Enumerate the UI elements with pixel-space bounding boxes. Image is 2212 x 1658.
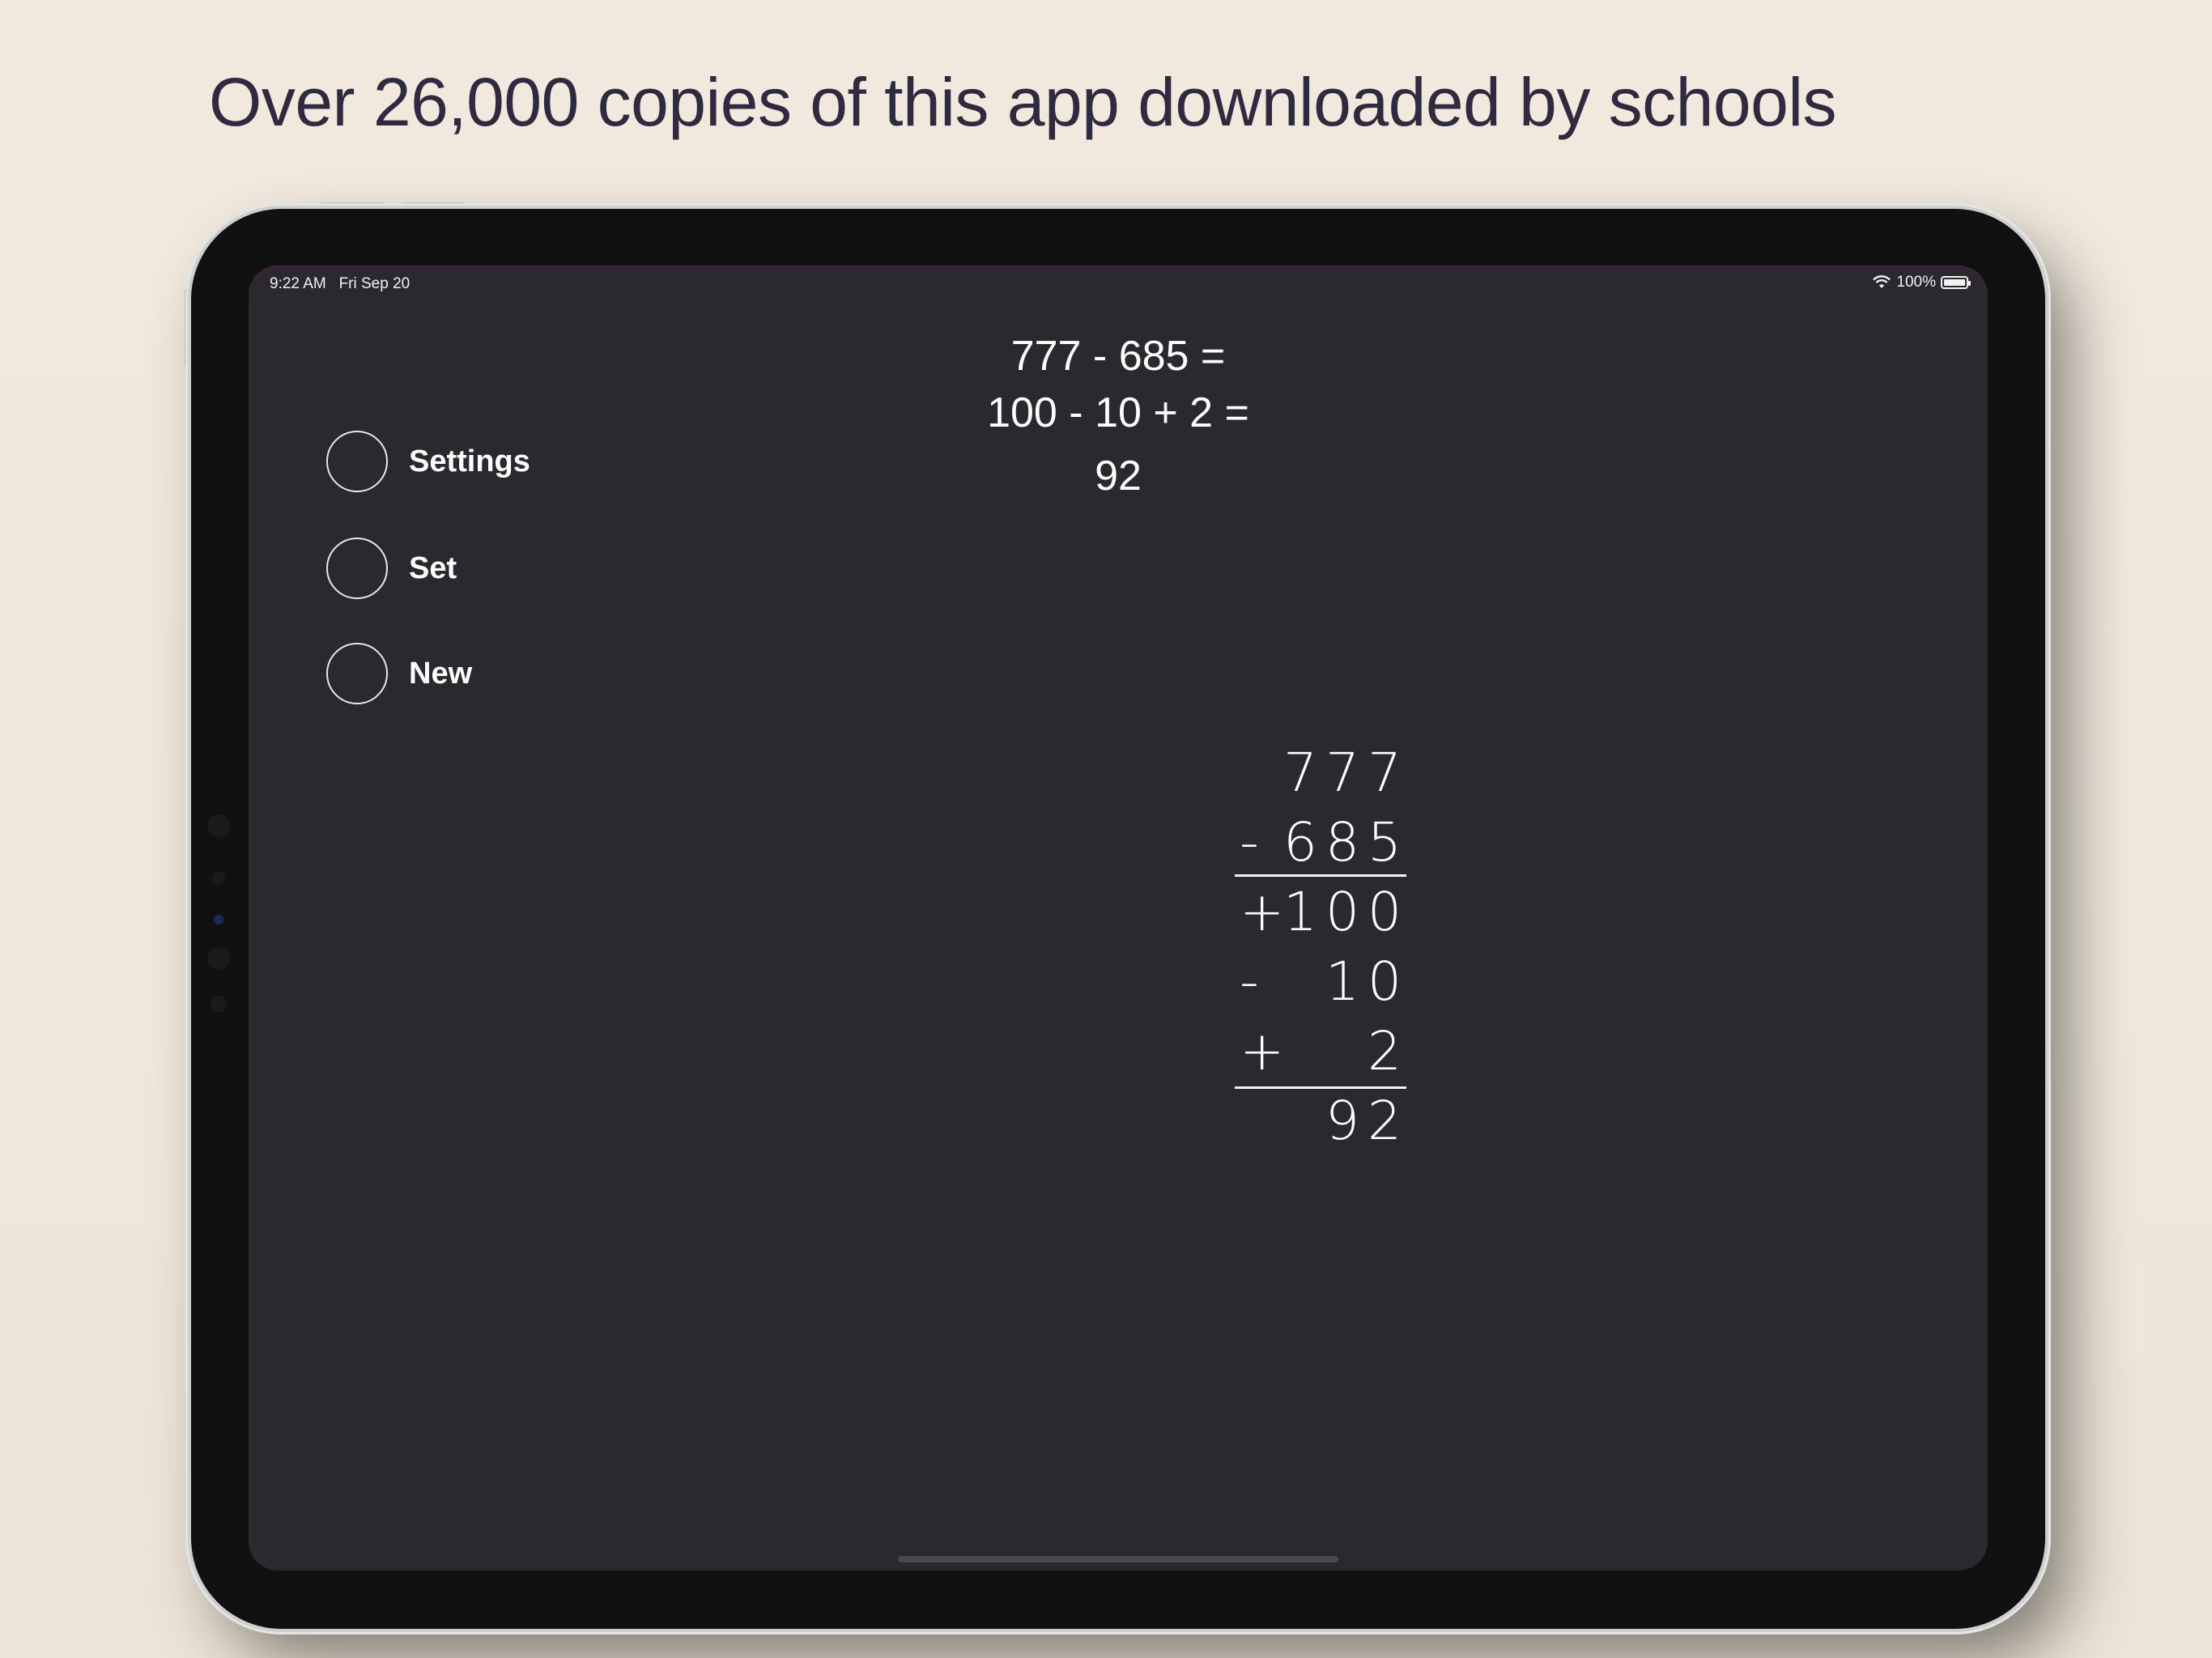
settings-button[interactable]: Settings xyxy=(326,431,530,492)
column-row: 777 xyxy=(1235,738,1410,808)
column-digits: 92 xyxy=(1325,1090,1410,1152)
camera-lens xyxy=(214,915,223,925)
set-label: Set xyxy=(409,551,457,585)
status-time: 9:22 AM xyxy=(270,275,326,292)
status-bar-right: 100% xyxy=(1872,274,1971,291)
set-radio-icon xyxy=(326,538,388,599)
home-indicator[interactable] xyxy=(898,1556,1338,1562)
settings-label: Settings xyxy=(409,444,530,478)
wifi-icon xyxy=(1873,275,1891,288)
column-digits: 2 xyxy=(1368,1020,1410,1082)
battery-percent: 100% xyxy=(1896,274,1936,291)
column-row: - 685 xyxy=(1235,808,1410,878)
device-sensor xyxy=(207,814,230,837)
column-row: + 100 xyxy=(1235,878,1410,947)
device-sensor-small xyxy=(212,871,225,884)
status-date: Fri Sep 20 xyxy=(338,275,410,292)
device-sensor-3 xyxy=(211,996,227,1012)
column-row: - 10 xyxy=(1235,947,1410,1017)
column-operator: - xyxy=(1240,950,1259,1013)
column-row: + 2 xyxy=(1235,1017,1410,1086)
app-screen: 9:22 AM Fri Sep 20 100% 777 - 685 = 100 … xyxy=(249,266,1988,1571)
battery-icon xyxy=(1941,276,1971,289)
device-side-button xyxy=(185,288,191,368)
column-rule xyxy=(1235,874,1406,877)
device-top-button xyxy=(319,202,385,209)
column-operator: - xyxy=(1240,811,1259,874)
new-label: New xyxy=(409,656,473,691)
device-top-button-2 xyxy=(400,202,466,209)
settings-radio-icon xyxy=(326,431,388,492)
equation-line-1: 777 - 685 = xyxy=(1010,333,1226,380)
column-digits: 777 xyxy=(1283,742,1410,804)
set-button[interactable]: Set xyxy=(326,538,457,599)
equation-line-2: 100 - 10 + 2 = xyxy=(987,389,1249,436)
column-operator: + xyxy=(1240,881,1285,943)
new-button[interactable]: New xyxy=(326,643,472,704)
column-digits: 10 xyxy=(1325,950,1410,1013)
column-digits: 685 xyxy=(1283,811,1410,874)
device-sensor-2 xyxy=(207,947,230,970)
headline: Over 26,000 copies of this app downloade… xyxy=(209,64,1836,140)
column-operator: + xyxy=(1240,1020,1285,1082)
new-radio-icon xyxy=(326,643,388,704)
status-bar-left: 9:22 AM Fri Sep 20 xyxy=(270,275,410,293)
column-digits: 100 xyxy=(1283,881,1410,943)
column-arithmetic: 777 - 685 + 100 - 10 + 2 92 xyxy=(1235,738,1410,1156)
column-row: 92 xyxy=(1235,1086,1410,1156)
